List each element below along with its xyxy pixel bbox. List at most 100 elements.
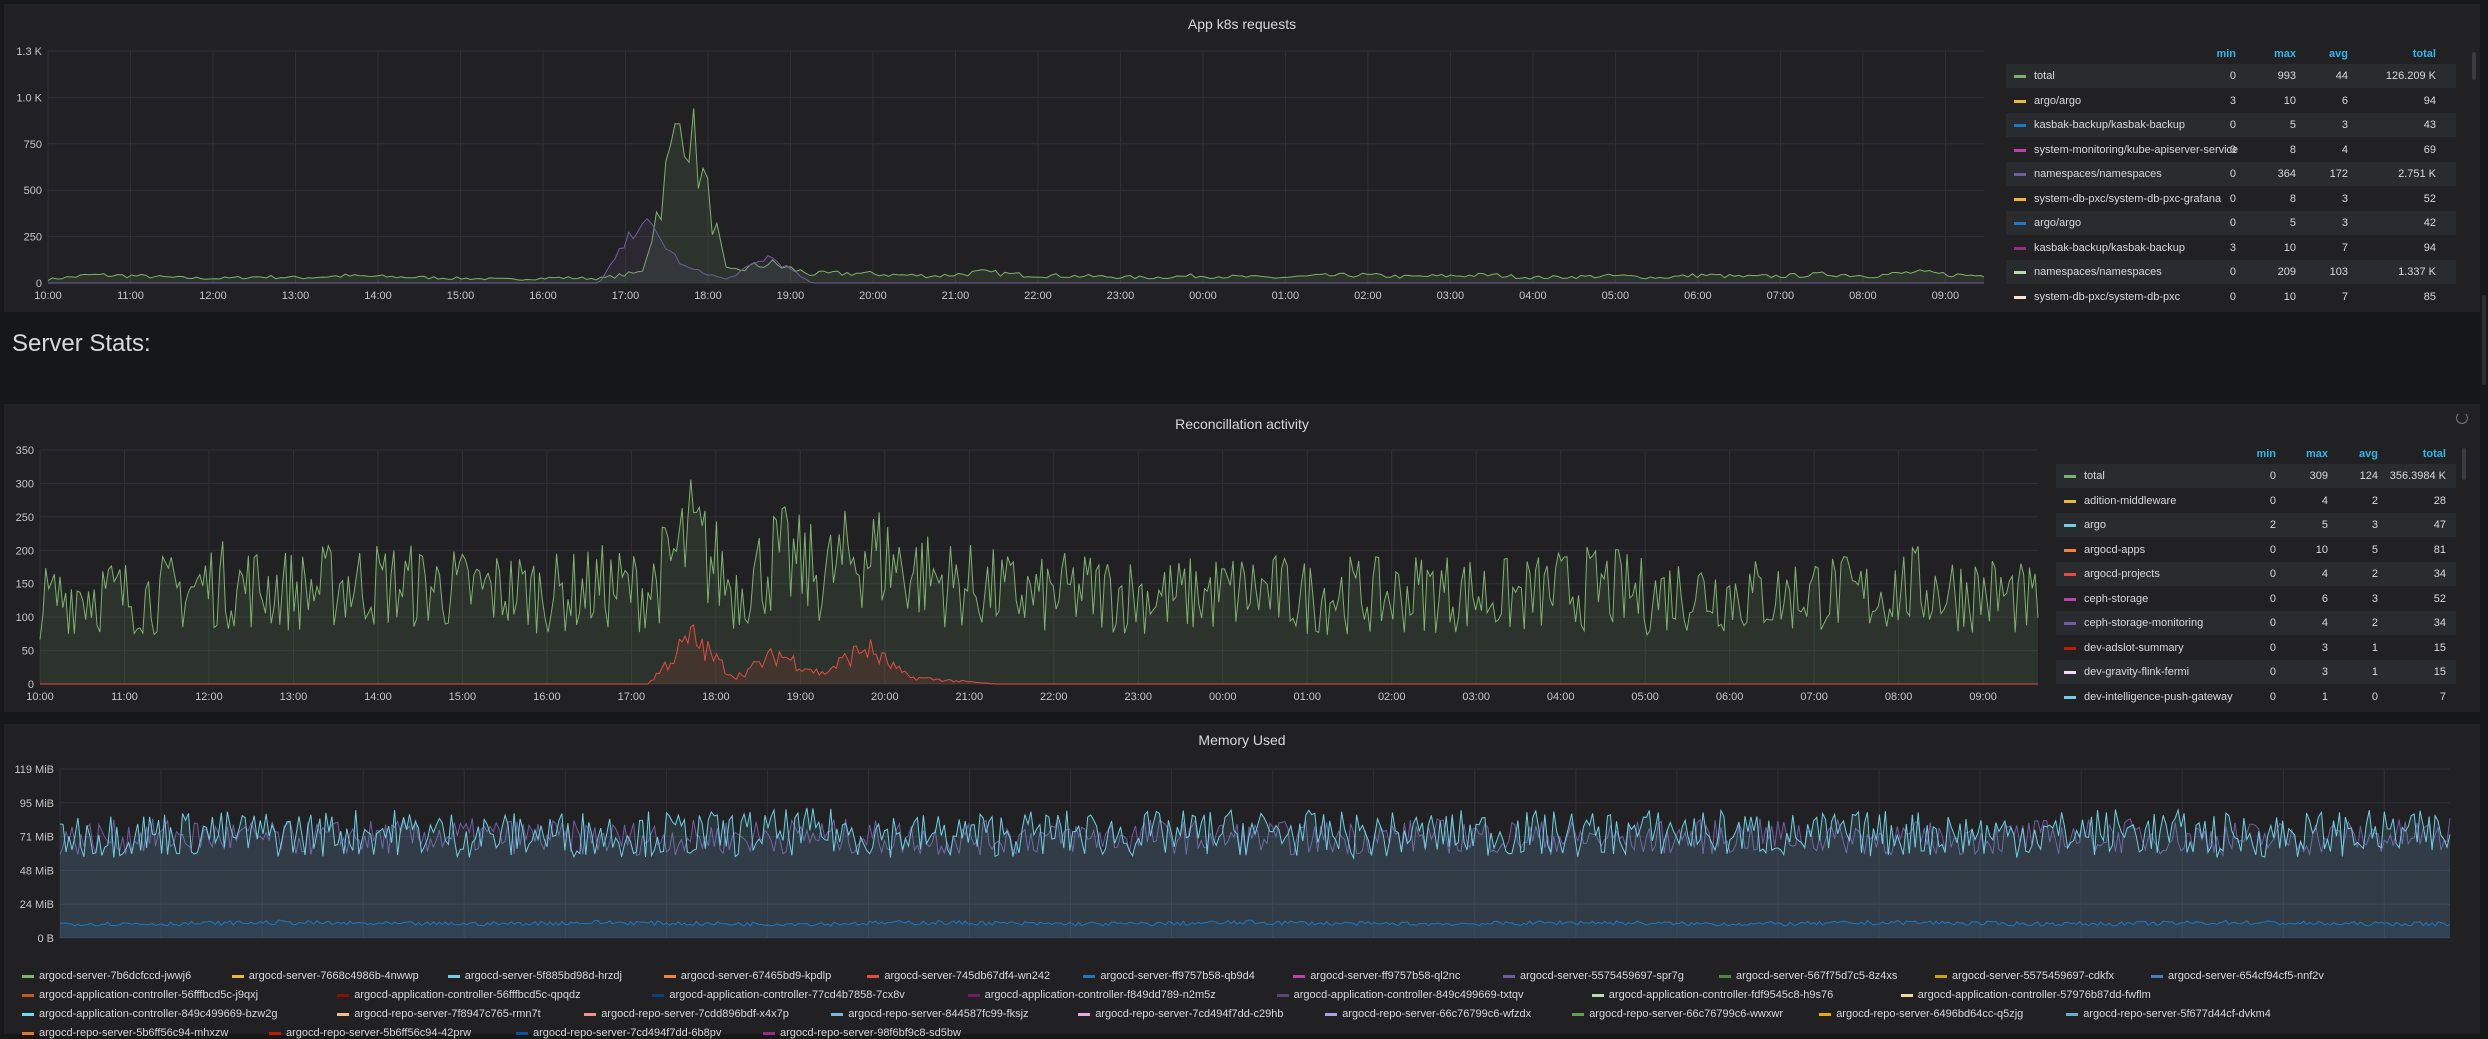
legend-row[interactable]: system-db-pxc/system-db-pxc 0 10 7 85: [2006, 285, 2456, 309]
memory-legend-item[interactable]: argocd-server-5f885bd98d-hrzdj: [447, 970, 622, 982]
series-name[interactable]: argocd-application-controller-57976b87dd…: [1918, 989, 2151, 1001]
legend-row[interactable]: system-monitoring/kube-apiserver-service…: [2006, 138, 2456, 162]
series-name[interactable]: argocd-application-controller-849c499669…: [1294, 989, 1524, 1001]
series-name[interactable]: argocd-server-ff9757b58-ql2nc: [1310, 970, 1460, 982]
legend-row[interactable]: argo/argo 3 10 6 94: [2006, 89, 2456, 113]
memory-legend-item[interactable]: argocd-application-controller-56fffbcd5c…: [22, 989, 258, 1001]
memory-legend-item[interactable]: argocd-repo-server-7cdd896bdf-x4x7p: [584, 1008, 789, 1020]
series-swatch[interactable]: [1325, 1012, 1338, 1016]
series-name[interactable]: dev-intelligence-push-gateway: [2084, 685, 2233, 709]
series-swatch[interactable]: [1591, 993, 1604, 997]
series-name[interactable]: argocd-repo-server-7cd494f7dd-6b8pv: [533, 1027, 721, 1039]
series-name[interactable]: namespaces/namespaces: [2034, 162, 2162, 186]
chart-app-k8s-requests[interactable]: 0 250 500 750 1.0 K 1.3 K 10:00 11:00 12:00 13:00…: [4, 4, 1984, 312]
series-swatch[interactable]: [967, 993, 980, 997]
series-swatch[interactable]: [2151, 974, 2163, 978]
legend-row[interactable]: adition-middleware 0 4 2 28: [2056, 489, 2456, 513]
series-swatch[interactable]: [516, 1031, 528, 1035]
page-scrollbar[interactable]: [2482, 295, 2486, 385]
legend-header-total[interactable]: total: [2413, 48, 2436, 60]
series-swatch[interactable]: [2014, 99, 2026, 103]
series-name[interactable]: kasbak-backup/kasbak-backup: [2034, 113, 2185, 137]
memory-legend-item[interactable]: argocd-server-ff9757b58-ql2nc: [1293, 970, 1460, 982]
legend-header-total[interactable]: total: [2423, 448, 2446, 460]
series-swatch[interactable]: [2064, 573, 2076, 576]
legend-row[interactable]: dev-adslot-summary 0 3 1 15: [2056, 636, 2456, 660]
series-swatch[interactable]: [269, 1031, 281, 1035]
series-name[interactable]: argocd-repo-server-6496bd64cc-q5zjg: [1836, 1008, 2023, 1020]
chart-memory-used[interactable]: 0 B24 MiB48 MiB71 MiB95 MiB119 MiB10:001…: [4, 724, 2480, 944]
series-name[interactable]: argocd-repo-server-66c76799c6-wfzdx: [1342, 1008, 1531, 1020]
legend-header-min[interactable]: min: [2216, 48, 2236, 60]
series-name[interactable]: kasbak-backup/kasbak-backup: [2034, 236, 2185, 260]
series-name[interactable]: argocd-application-controller-849c499669…: [39, 1008, 277, 1020]
series-swatch[interactable]: [2064, 597, 2076, 601]
memory-legend-item[interactable]: argocd-application-controller-fdf9545c8-…: [1591, 989, 1833, 1001]
memory-legend-item[interactable]: argocd-repo-server-5b6ff56c94-mhxzw: [22, 1027, 228, 1039]
series-swatch[interactable]: [1276, 993, 1289, 997]
series-swatch[interactable]: [2014, 197, 2026, 201]
legend-header-avg[interactable]: avg: [2359, 448, 2378, 460]
series-swatch[interactable]: [2066, 1012, 2079, 1016]
series-swatch[interactable]: [763, 1031, 775, 1035]
series-name[interactable]: argocd-server-5575459697-cdkfx: [1952, 970, 2114, 982]
memory-legend-item[interactable]: argocd-application-controller-849c499669…: [22, 1008, 277, 1020]
series-swatch[interactable]: [1819, 1012, 1832, 1016]
series-name[interactable]: ceph-storage-monitoring: [2084, 611, 2203, 635]
series-name[interactable]: argo: [2084, 513, 2106, 537]
series-name[interactable]: argocd-apps: [2084, 538, 2145, 562]
series-swatch[interactable]: [22, 993, 34, 997]
memory-legend-item[interactable]: argocd-repo-server-66c76799c6-wwxwr: [1572, 1008, 1783, 1020]
series-name[interactable]: adition-middleware: [2084, 489, 2176, 513]
legend-row[interactable]: argo 2 5 3 47: [2056, 513, 2456, 537]
row-title[interactable]: Server Stats:: [12, 330, 151, 358]
legend-row[interactable]: argocd-apps 0 10 5 81: [2056, 538, 2456, 562]
series-swatch[interactable]: [2064, 548, 2076, 552]
series-name[interactable]: argo/argo: [2034, 211, 2081, 235]
legend-row[interactable]: ceph-storage-monitoring 0 4 2 34: [2056, 611, 2456, 635]
legend-row[interactable]: namespaces/namespaces 0 364 172 2.751 K: [2006, 162, 2456, 186]
series-name[interactable]: argocd-repo-server-66c76799c6-wwxwr: [1589, 1008, 1783, 1020]
series-swatch[interactable]: [2064, 475, 2076, 478]
series-swatch[interactable]: [2014, 148, 2026, 152]
series-name[interactable]: dev-adslot-summary: [2084, 636, 2184, 660]
memory-legend-item[interactable]: argocd-server-67465bd9-kpdlp: [663, 970, 831, 982]
memory-legend-item[interactable]: argocd-repo-server-98f6bf9c8-sd5bw: [763, 1027, 961, 1039]
series-swatch[interactable]: [1719, 974, 1731, 978]
series-name[interactable]: argocd-application-controller-f849dd789-…: [985, 989, 1216, 1001]
series-swatch[interactable]: [867, 974, 880, 978]
series-swatch[interactable]: [2014, 271, 2026, 274]
series-swatch[interactable]: [2014, 295, 2026, 299]
series-swatch[interactable]: [2014, 173, 2026, 176]
memory-legend-item[interactable]: argocd-server-5575459697-cdkfx: [1935, 970, 2114, 982]
legend-scrollbar[interactable]: [2462, 448, 2466, 480]
legend-row[interactable]: total 0 993 44 126.209 K: [2006, 64, 2456, 88]
series-name[interactable]: argocd-server-5f885bd98d-hrzdj: [465, 970, 622, 982]
series-name[interactable]: system-monitoring/kube-apiserver-service: [2034, 138, 2238, 162]
memory-legend-item[interactable]: argocd-application-controller-57976b87dd…: [1900, 989, 2151, 1001]
series-swatch[interactable]: [1935, 974, 1947, 978]
series-name[interactable]: namespaces/namespaces: [2034, 260, 2162, 284]
legend-row[interactable]: kasbak-backup/kasbak-backup 0 5 3 43: [2006, 113, 2456, 137]
memory-legend-item[interactable]: argocd-server-5575459697-spr7g: [1503, 970, 1684, 982]
memory-legend-item[interactable]: argocd-repo-server-7cd494f7dd-6b8pv: [516, 1027, 721, 1039]
series-swatch[interactable]: [22, 974, 34, 978]
legend-row[interactable]: dev-intelligence-push-gateway 0 1 0 7: [2056, 685, 2456, 709]
memory-legend-item[interactable]: argocd-repo-server-5b6ff56c94-42prw: [269, 1027, 471, 1039]
series-name[interactable]: ceph-storage: [2084, 587, 2148, 611]
memory-legend-item[interactable]: argocd-application-controller-77cd4b7858…: [652, 989, 905, 1001]
memory-legend-item[interactable]: argocd-server-654cf94cf5-nnf2v: [2151, 970, 2324, 982]
series-swatch[interactable]: [447, 974, 460, 978]
legend-row[interactable]: ceph-storage 0 6 3 52: [2056, 587, 2456, 611]
series-name[interactable]: argocd-application-controller-fdf9545c8-…: [1609, 989, 1833, 1001]
series-name[interactable]: argocd-repo-server-5b6ff56c94-mhxzw: [39, 1027, 228, 1039]
series-swatch[interactable]: [2064, 671, 2076, 674]
memory-legend-item[interactable]: argocd-repo-server-5f677d44cf-dvkm4: [2066, 1008, 2271, 1020]
series-name[interactable]: argocd-repo-server-7cd494f7dd-c29hb: [1095, 1008, 1283, 1020]
memory-legend-item[interactable]: argocd-repo-server-6496bd64cc-q5zjg: [1819, 1008, 2023, 1020]
memory-legend-item[interactable]: argocd-server-ff9757b58-qb9d4: [1083, 970, 1255, 982]
legend-row[interactable]: dev-gravity-flink-fermi 0 3 1 15: [2056, 660, 2456, 684]
series-swatch[interactable]: [2064, 646, 2076, 650]
series-swatch[interactable]: [2064, 524, 2076, 527]
series-name[interactable]: argocd-server-5575459697-spr7g: [1520, 970, 1684, 982]
